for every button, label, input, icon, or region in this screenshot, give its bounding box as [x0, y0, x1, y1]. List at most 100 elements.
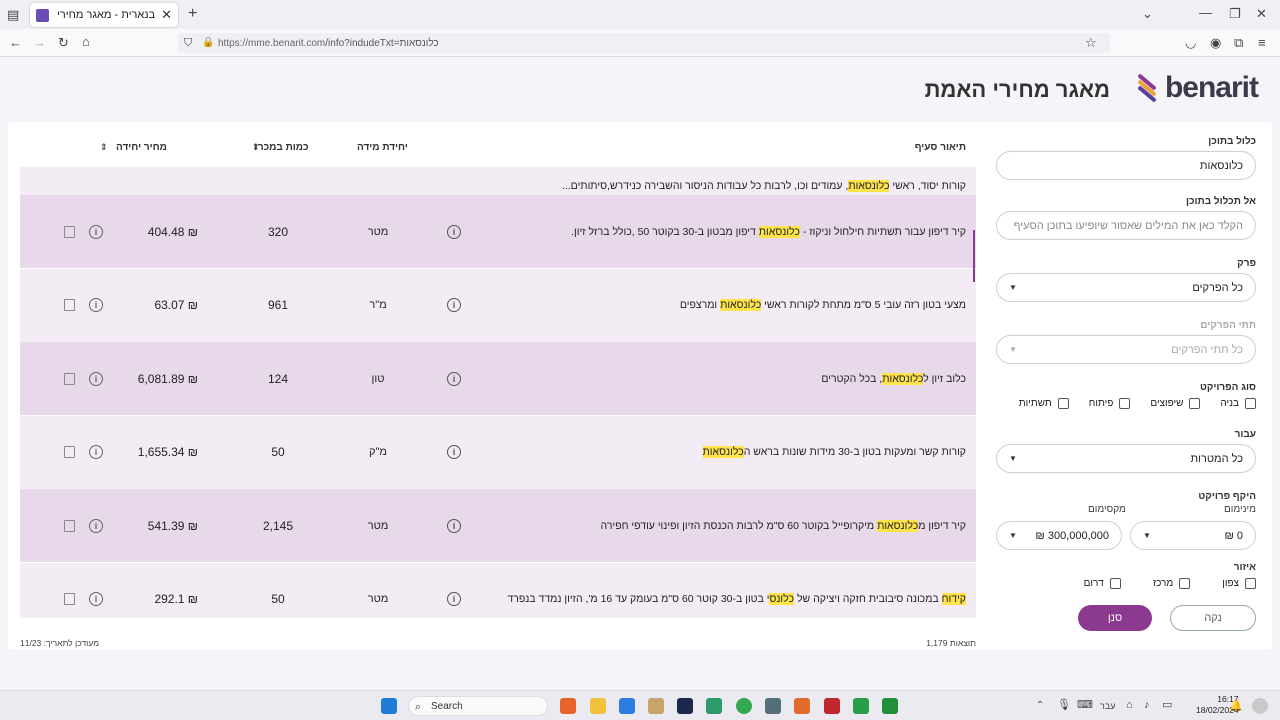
network-icon[interactable]: ⌂ [1126, 698, 1133, 712]
shield-icon[interactable]: ⛉ [184, 36, 192, 50]
header-price[interactable]: מחיר יחידה [116, 142, 167, 153]
table-row[interactable]: i 1,655.34 ₪ 50 מ"ק i קורות קשר ומעקות בטון ב… [20, 415, 976, 489]
new-tab-icon[interactable]: + [188, 6, 197, 22]
document-icon[interactable] [64, 593, 75, 605]
row-desc: קורות יסוד, ראשי כלונסאות, עמודים וכו, ל… [561, 180, 966, 192]
document-icon[interactable] [64, 446, 75, 458]
table-row[interactable]: i 63.07 ₪ 961 מ"ר i מצעי בטון רזה עובי 5 ס"מ … [20, 268, 976, 342]
row-desc: מצעי בטון רזה עובי 5 ס"מ מתחת לקורות ראש… [679, 299, 966, 311]
scrollbar-thumb[interactable] [973, 230, 975, 282]
table-row[interactable]: i 292.1 ₪ 50 מטר i קידוח במכונה סיבובית חזקה … [20, 562, 976, 618]
header-qty[interactable]: כמות במכרז [254, 142, 309, 153]
file-explorer-icon[interactable] [590, 698, 606, 714]
restore-icon[interactable]: ❐ [1229, 7, 1241, 21]
keyboard-icon[interactable]: ⌨ [1077, 698, 1093, 712]
document-icon[interactable] [64, 299, 75, 311]
info-icon[interactable]: i [89, 592, 103, 606]
pocket-icon[interactable]: ◡ [1185, 36, 1196, 50]
minimize-icon[interactable]: — [1199, 6, 1212, 20]
table-row[interactable]: קורות יסוד, ראשי כלונסאות, עמודים וכו, ל… [20, 167, 976, 195]
header-unit: יחידת מידה [357, 142, 408, 153]
forward-icon[interactable]: → [33, 36, 46, 50]
app-icon[interactable] [706, 698, 722, 714]
home-icon[interactable]: ⌂ [82, 35, 90, 49]
account-icon[interactable]: ◉ [1210, 36, 1221, 50]
table-row[interactable]: i 541.39 ₪ 2,145 מטר i קיר דיפון מכלונסאות מי… [20, 489, 976, 562]
subchapter-value: כל תתי הפרקים [1171, 343, 1243, 356]
checkbox-south[interactable]: דרום [1084, 578, 1121, 589]
back-icon[interactable]: ← [9, 36, 22, 50]
include-input[interactable]: כלונסאות [996, 151, 1256, 180]
row-unit: מטר [367, 519, 389, 532]
dropdown-arrow-icon: ▼ [1009, 283, 1017, 292]
table-row[interactable]: i 6,081.89 ₪ 124 טון i כלוב זיון לכלונסאות, ב… [20, 342, 976, 415]
row-desc: כלוב זיון לכלונסאות, בכל הקטרים [821, 372, 966, 385]
menu-icon[interactable]: ≡ [1258, 36, 1266, 50]
checkbox-development[interactable]: פיתוח [1089, 398, 1131, 409]
bookmark-star-icon[interactable]: ☆ [1085, 36, 1097, 50]
volume-icon[interactable]: ♪ [1144, 698, 1150, 712]
purpose-select[interactable]: כל המטרות ▼ [996, 444, 1256, 473]
app-icon[interactable] [882, 698, 898, 714]
windows-start-icon[interactable] [381, 698, 397, 714]
firefox-icon[interactable] [560, 698, 576, 714]
row-qty: 961 [267, 298, 289, 312]
taskbar-search-text: Search [431, 700, 463, 712]
app-icon[interactable] [765, 698, 781, 714]
sort-icon[interactable]: ⇕ [100, 140, 108, 154]
app-icon[interactable] [648, 698, 664, 714]
extensions-icon[interactable]: ⧉ [1234, 36, 1243, 50]
info-icon[interactable]: i [89, 224, 103, 239]
max-select[interactable]: 300,000,000 ₪ ▼ [996, 521, 1122, 550]
checkbox-center[interactable]: מרכז [1153, 578, 1191, 589]
sort-icon[interactable]: ⇕ [252, 140, 260, 154]
checkbox-north[interactable]: צפון [1222, 578, 1256, 589]
chapter-select[interactable]: כל הפרקים ▼ [996, 273, 1256, 302]
checkbox-building[interactable]: בניה [1220, 398, 1256, 409]
checkbox-renovation[interactable]: שיפוצים [1150, 398, 1201, 409]
tab-list-icon[interactable]: ▤ [7, 8, 19, 22]
clear-button[interactable]: נקה [1170, 605, 1256, 631]
app-icon[interactable] [794, 698, 810, 714]
document-icon[interactable] [64, 225, 75, 238]
benarit-logo[interactable]: benarit [1133, 71, 1259, 105]
subchapter-select[interactable]: כל תתי הפרקים ▼ [996, 335, 1256, 364]
chapter-value: כל הפרקים [1192, 281, 1243, 294]
battery-icon[interactable]: ▭ [1162, 698, 1172, 712]
filter-button[interactable]: סנן [1078, 605, 1152, 631]
tray-chevron-icon[interactable]: ⌃ [1036, 699, 1044, 713]
min-select[interactable]: 0 ₪ ▼ [1130, 521, 1256, 550]
info-icon[interactable]: i [89, 371, 103, 386]
taskbar-search[interactable]: ⌕ Search [408, 696, 548, 716]
chevron-down-icon[interactable]: ⌄ [1142, 7, 1153, 21]
checkbox-infrastructure[interactable]: תשתיות [1019, 398, 1069, 409]
app-icon[interactable] [619, 698, 635, 714]
info-icon[interactable]: i [89, 518, 103, 533]
microphone-icon[interactable]: 🎙 [1057, 698, 1071, 712]
chapter-label: פרק [1237, 258, 1256, 269]
chrome-icon[interactable] [736, 698, 752, 714]
close-tab-icon[interactable]: ✕ [161, 7, 172, 23]
user-avatar[interactable] [1252, 698, 1268, 714]
app-icon[interactable] [677, 698, 693, 714]
app-icon[interactable] [824, 698, 840, 714]
document-icon[interactable] [64, 372, 75, 385]
app-icon[interactable] [853, 698, 869, 714]
browser-tab[interactable]: בנארית - מאגר מחירי האמת ✕ [30, 3, 178, 27]
exclude-input[interactable]: הקלד כאן את המילים שאסור שיופיעו בתוכן ה… [996, 211, 1256, 240]
reload-icon[interactable]: ↻ [58, 36, 69, 50]
table-row[interactable]: i 404.48 ₪ 320 מטר i קיר דיפון עבור תשתיות חי… [20, 195, 976, 268]
region-label: איזור [1233, 562, 1256, 573]
close-window-icon[interactable]: ✕ [1256, 7, 1267, 21]
row-desc: קידוח במכונה סיבובית חזקה ויציקה של כלונ… [507, 593, 966, 605]
row-price: 63.07 ₪ [154, 298, 198, 312]
url-bar[interactable]: ⛉ 🔒 https://mme.benarit.com/info?indudeT… [178, 33, 1110, 53]
info-icon[interactable]: i [89, 298, 103, 312]
notification-bell-icon[interactable]: 🔔 [1229, 699, 1243, 713]
info-icon[interactable]: i [89, 445, 103, 459]
url-host: https://mme.benarit.com [218, 37, 326, 49]
row-qty: 50 [271, 445, 285, 459]
row-qty: 124 [267, 371, 289, 386]
language-indicator[interactable]: עבר [1100, 699, 1115, 713]
document-icon[interactable] [64, 519, 75, 532]
